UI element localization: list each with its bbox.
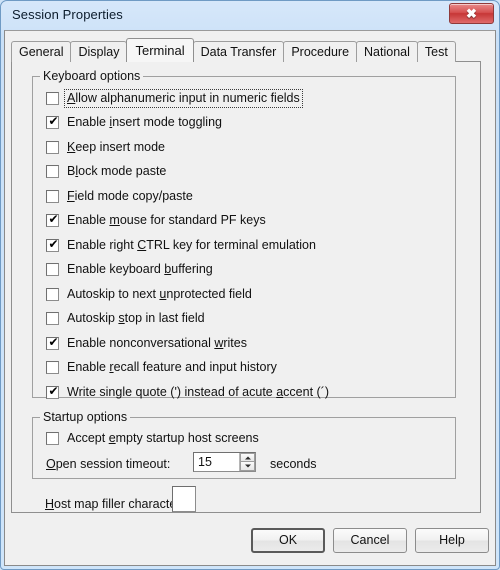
checkbox-label: Accept empty startup host screens (67, 430, 259, 445)
stepper-buttons (239, 453, 255, 471)
stepper-down-button[interactable] (240, 462, 255, 471)
tab-display[interactable]: Display (70, 41, 128, 62)
host-map-filler-label: Host map filler character: (45, 497, 184, 511)
checkbox-block-mode-paste[interactable]: Block mode paste (46, 162, 166, 180)
checkbox-label: Enable keyboard buffering (67, 261, 213, 276)
startup-options-group: Startup options Accept empty startup hos… (32, 410, 456, 479)
checkbox-box[interactable] (46, 262, 59, 276)
checkbox-enable-recall-feature[interactable]: Enable recall feature and input history (46, 358, 277, 376)
chevron-down-icon (244, 464, 251, 468)
checkbox-enable-keyboard-buffering[interactable]: Enable keyboard buffering (46, 260, 213, 278)
check-icon: ✔ (48, 383, 59, 398)
open-session-timeout-label: Open session timeout: (46, 457, 171, 471)
tab-procedure[interactable]: Procedure (283, 41, 358, 62)
checkbox-autoskip-next-unprotected[interactable]: Autoskip to next unprotected field (46, 285, 252, 303)
checkbox-label: Field mode copy/paste (67, 188, 193, 203)
checkbox-box[interactable] (46, 189, 59, 203)
title-bar: Session Properties ✖ (1, 1, 499, 30)
checkbox-allow-alphanumeric-input[interactable]: Allow alphanumeric input in numeric fiel… (46, 88, 303, 108)
checkbox-label: Enable right CTRL key for terminal emula… (67, 237, 316, 252)
tab-terminal[interactable]: Terminal (126, 38, 194, 62)
checkbox-box[interactable]: ✔ (46, 383, 59, 399)
checkbox-accept-empty-startup-host-screens[interactable]: Accept empty startup host screens (46, 429, 259, 447)
keyboard-options-group: Keyboard options Allow alphanumeric inpu… (32, 69, 456, 401)
keyboard-options-label: Keyboard options (40, 69, 144, 83)
checkbox-write-single-quote[interactable]: ✔ Write single quote (') instead of acut… (46, 383, 329, 401)
terminal-tab-panel: Keyboard options Allow alphanumeric inpu… (11, 61, 481, 513)
cancel-button[interactable]: Cancel (333, 528, 407, 553)
check-icon: ✔ (48, 236, 59, 251)
startup-options-label: Startup options (40, 410, 131, 424)
open-session-timeout-input[interactable] (194, 453, 239, 471)
session-properties-dialog: Session Properties ✖ General Display Ter… (0, 0, 500, 570)
tab-test[interactable]: Test (416, 41, 456, 62)
checkbox-box[interactable] (46, 164, 59, 178)
checkbox-field-mode-copy-paste[interactable]: Field mode copy/paste (46, 187, 193, 205)
checkbox-box[interactable]: ✔ (46, 334, 59, 350)
tab-strip: General Display Terminal Data Transfer P… (11, 38, 456, 62)
close-button[interactable]: ✖ (449, 3, 494, 24)
check-icon: ✔ (48, 334, 59, 349)
checkbox-box[interactable] (46, 140, 59, 154)
checkbox-label: Enable insert mode toggling (67, 114, 222, 129)
tab-national[interactable]: National (356, 41, 418, 62)
checkbox-enable-insert-mode-toggling[interactable]: ✔ Enable insert mode toggling (46, 113, 222, 131)
ok-button[interactable]: OK (251, 528, 325, 553)
chevron-up-icon (244, 456, 251, 459)
checkbox-label: Allow alphanumeric input in numeric fiel… (64, 88, 303, 108)
checkbox-enable-right-ctrl[interactable]: ✔ Enable right CTRL key for terminal emu… (46, 236, 316, 254)
checkbox-label: Enable mouse for standard PF keys (67, 212, 266, 227)
tab-general[interactable]: General (11, 41, 72, 62)
check-icon: ✔ (48, 113, 59, 128)
stepper-up-button[interactable] (240, 453, 255, 462)
checkbox-box[interactable] (46, 287, 59, 301)
checkbox-label: Autoskip stop in last field (67, 310, 205, 325)
checkbox-label: Block mode paste (67, 163, 167, 178)
checkbox-box[interactable]: ✔ (46, 211, 59, 227)
window-title: Session Properties (12, 7, 123, 22)
check-icon: ✔ (48, 211, 59, 226)
checkbox-autoskip-stop-last-field[interactable]: Autoskip stop in last field (46, 309, 205, 327)
timeout-units-label: seconds (270, 457, 317, 471)
checkbox-enable-nonconversational-writes[interactable]: ✔ Enable nonconversational writes (46, 334, 247, 352)
checkbox-box[interactable] (46, 360, 59, 374)
open-session-timeout-stepper[interactable] (193, 452, 256, 472)
checkbox-enable-mouse-pf-keys[interactable]: ✔ Enable mouse for standard PF keys (46, 211, 266, 229)
checkbox-box[interactable] (46, 91, 59, 105)
checkbox-label: Keep insert mode (67, 139, 165, 154)
tab-data-transfer[interactable]: Data Transfer (192, 41, 285, 62)
checkbox-label: Enable recall feature and input history (67, 359, 277, 374)
close-icon: ✖ (466, 6, 477, 21)
checkbox-label: Autoskip to next unprotected field (67, 286, 252, 301)
checkbox-label: Enable nonconversational writes (67, 335, 247, 350)
host-map-filler-input[interactable] (172, 486, 196, 512)
checkbox-box[interactable]: ✔ (46, 236, 59, 252)
checkbox-keep-insert-mode[interactable]: Keep insert mode (46, 138, 165, 156)
help-button[interactable]: Help (415, 528, 489, 553)
checkbox-box[interactable]: ✔ (46, 113, 59, 129)
checkbox-label: Write single quote (') instead of acute … (67, 384, 330, 399)
checkbox-box[interactable] (46, 431, 59, 445)
checkbox-box[interactable] (46, 311, 59, 325)
